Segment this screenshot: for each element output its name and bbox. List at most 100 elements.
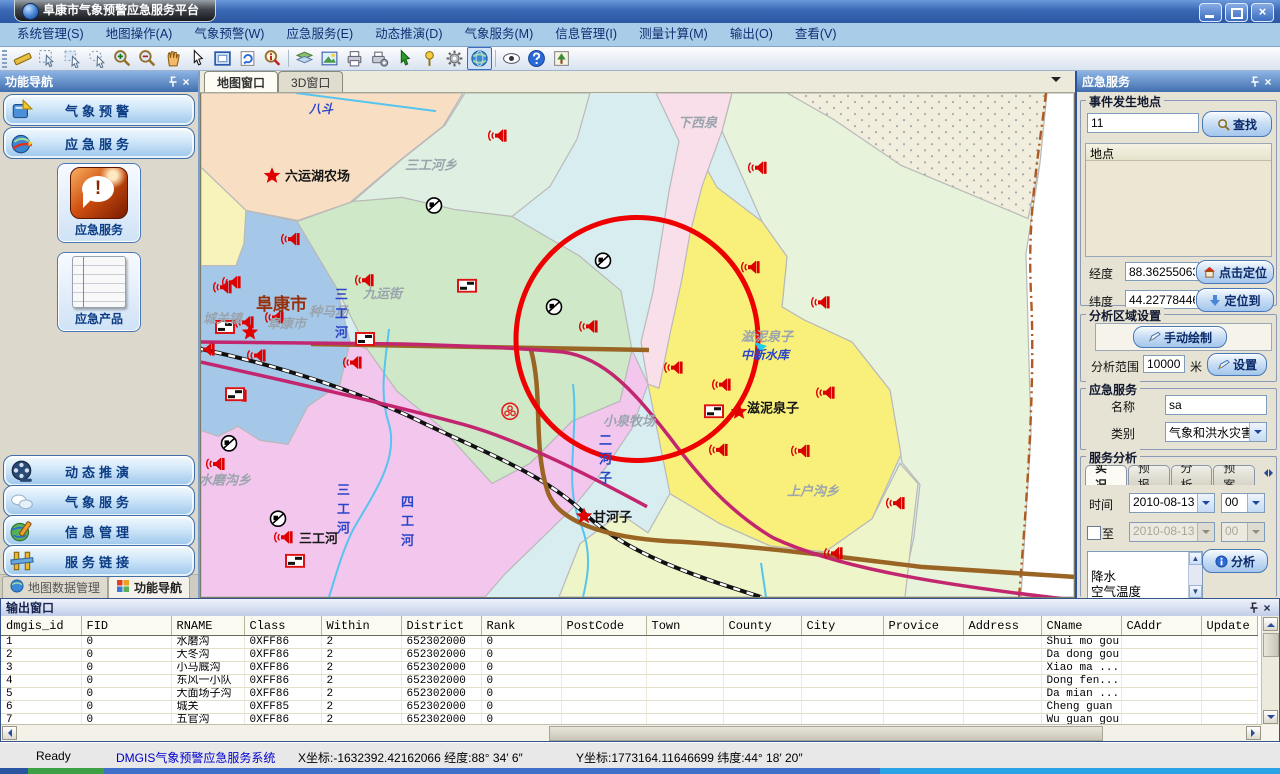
chevron-down-icon[interactable] bbox=[1247, 494, 1264, 512]
scroll-left-button[interactable] bbox=[2, 726, 17, 740]
layers-button[interactable] bbox=[292, 47, 317, 70]
zoom-in-button[interactable] bbox=[110, 47, 135, 70]
column-header[interactable]: CAddr bbox=[1121, 616, 1201, 636]
menu-item-9[interactable]: 查看(V) bbox=[784, 23, 848, 46]
sidebar-item-film-reel[interactable]: 动态推演 bbox=[3, 455, 195, 487]
column-header[interactable]: FID bbox=[81, 616, 171, 636]
column-header[interactable]: Address bbox=[963, 616, 1041, 636]
measure-button[interactable] bbox=[10, 47, 35, 70]
menu-item-2[interactable]: 气象预警(W) bbox=[183, 23, 275, 46]
pointer-button[interactable] bbox=[185, 47, 210, 70]
end-hour-select[interactable]: 00 bbox=[1221, 522, 1265, 542]
well-marker[interactable] bbox=[271, 511, 286, 526]
flag-marker[interactable] bbox=[705, 405, 723, 417]
menu-item-3[interactable]: 应急服务(E) bbox=[275, 23, 364, 46]
column-header[interactable]: Update bbox=[1201, 616, 1257, 636]
identify-button[interactable] bbox=[260, 47, 285, 70]
scroll-right-icon[interactable] bbox=[1269, 469, 1277, 477]
export-image-button[interactable] bbox=[317, 47, 342, 70]
find-button[interactable]: 查找 bbox=[1202, 111, 1272, 137]
bottom-tab-globe-small[interactable]: 地图数据管理 bbox=[2, 576, 108, 598]
menu-item-7[interactable]: 测量计算(M) bbox=[628, 23, 719, 46]
sidebar-item-emergency-globe[interactable]: 应急服务 bbox=[3, 127, 195, 159]
column-header[interactable]: Within bbox=[321, 616, 401, 636]
menu-item-0[interactable]: 系统管理(S) bbox=[6, 23, 95, 46]
well-marker[interactable] bbox=[596, 253, 611, 268]
click-locate-button[interactable]: 点击定位 bbox=[1196, 260, 1274, 284]
table-row[interactable]: 20大冬沟0XFF8626523020000Da dong gou bbox=[1, 649, 1257, 662]
menu-item-6[interactable]: 信息管理(I) bbox=[544, 23, 628, 46]
analysis-tab-分析[interactable]: 分析 bbox=[1171, 465, 1213, 485]
date-select[interactable]: 2010-08-13 bbox=[1129, 493, 1215, 513]
analysis-range-input[interactable] bbox=[1143, 355, 1185, 373]
service-type-select[interactable]: 气象和洪水灾害 bbox=[1165, 422, 1267, 442]
table-row[interactable]: 60城关0XFF8526523020000Cheng guan bbox=[1, 701, 1257, 714]
sidebar-item-globe-pencil[interactable]: 信息管理 bbox=[3, 515, 195, 547]
column-header[interactable]: Town bbox=[646, 616, 723, 636]
settings-button[interactable] bbox=[442, 47, 467, 70]
close-panel-icon[interactable]: × bbox=[179, 75, 193, 89]
scroll-up-icon[interactable]: ▲ bbox=[1189, 552, 1202, 565]
element-listbox[interactable]: 降水空气温度 ▲ ▼ bbox=[1087, 551, 1203, 598]
map-canvas[interactable]: 六运湖农场三工河乡下西泉八斗阜康市阜康市城关镇种马场九运街小泉牧场滋泥泉子滋泥泉… bbox=[200, 93, 1075, 598]
bottom-tab-grid[interactable]: 功能导航 bbox=[108, 576, 190, 598]
select-box-button[interactable] bbox=[60, 47, 85, 70]
set-range-button[interactable]: 设置 bbox=[1207, 353, 1267, 376]
pin-icon[interactable] bbox=[1249, 76, 1261, 88]
refresh-button[interactable] bbox=[235, 47, 260, 70]
table-row[interactable]: 10水磨沟0XFF8626523020000Shui mo gou bbox=[1, 636, 1257, 649]
pan-button[interactable] bbox=[160, 47, 185, 70]
emergency-service-big-button[interactable]: ! 应急服务 bbox=[57, 163, 141, 243]
table-row[interactable]: 30小马廐沟0XFF8626523020000Xiao ma ... bbox=[1, 662, 1257, 675]
manual-draw-button[interactable]: 手动绘制 bbox=[1133, 326, 1227, 348]
column-header[interactable]: Rank bbox=[481, 616, 561, 636]
menu-item-1[interactable]: 地图操作(A) bbox=[95, 23, 184, 46]
column-header[interactable]: City bbox=[801, 616, 883, 636]
to-date-checkbox[interactable] bbox=[1087, 526, 1101, 540]
element-list-item[interactable]: 空气温度 bbox=[1088, 581, 1202, 596]
chevron-down-icon[interactable] bbox=[1197, 494, 1214, 512]
analysis-tab-预案[interactable]: 预案 bbox=[1213, 465, 1255, 485]
scroll-left-icon[interactable] bbox=[1260, 469, 1268, 477]
longitude-input[interactable] bbox=[1125, 262, 1199, 281]
well-marker[interactable] bbox=[547, 299, 562, 314]
toolbar-grip[interactable] bbox=[2, 50, 7, 68]
sidebar-item-links[interactable]: 服务链接 bbox=[3, 545, 195, 577]
element-list-item[interactable]: 降水 bbox=[1088, 566, 1202, 581]
legend-button[interactable] bbox=[549, 47, 574, 70]
globe-button[interactable] bbox=[467, 47, 492, 70]
print-setup-button[interactable] bbox=[367, 47, 392, 70]
select-lasso-button[interactable] bbox=[85, 47, 110, 70]
well-marker[interactable] bbox=[427, 198, 442, 213]
service-name-input[interactable] bbox=[1165, 395, 1267, 415]
column-header[interactable]: District bbox=[401, 616, 481, 636]
restore-button[interactable] bbox=[1225, 3, 1248, 22]
menu-item-4[interactable]: 动态推演(D) bbox=[364, 23, 453, 46]
flag-marker[interactable] bbox=[226, 388, 244, 400]
tab-scroll-arrows[interactable] bbox=[1263, 469, 1274, 477]
table-row[interactable]: 40东风一小队0XFF8626523020000Dong fen... bbox=[1, 675, 1257, 688]
scroll-up-button[interactable] bbox=[1263, 617, 1278, 631]
sidebar-item-weather-warning[interactable]: 气象预警 bbox=[3, 94, 195, 126]
menu-item-5[interactable]: 气象服务(M) bbox=[454, 23, 545, 46]
column-header[interactable]: Provice bbox=[883, 616, 963, 636]
column-header[interactable]: RNAME bbox=[171, 616, 244, 636]
location-search-input[interactable] bbox=[1087, 113, 1199, 133]
analyze-button[interactable]: 分析 bbox=[1202, 549, 1268, 573]
table-row[interactable]: 50大面场子沟0XFF8626523020000Da mian ... bbox=[1, 688, 1257, 701]
column-header[interactable]: Class bbox=[244, 616, 321, 636]
analysis-tab-预报[interactable]: 预报 bbox=[1128, 465, 1170, 485]
column-header[interactable]: PostCode bbox=[561, 616, 646, 636]
pin-icon[interactable] bbox=[1248, 602, 1260, 614]
column-header[interactable]: dmgis_id bbox=[1, 616, 81, 636]
column-header[interactable]: County bbox=[723, 616, 801, 636]
close-button[interactable]: × bbox=[1251, 3, 1274, 22]
flag-marker[interactable] bbox=[356, 333, 374, 345]
flag-marker[interactable] bbox=[458, 280, 476, 292]
flag-marker[interactable] bbox=[286, 555, 304, 567]
close-panel-icon[interactable]: × bbox=[1261, 75, 1275, 89]
help-button[interactable] bbox=[524, 47, 549, 70]
full-extent-button[interactable] bbox=[210, 47, 235, 70]
map-tab-list-dropdown-icon[interactable] bbox=[1051, 77, 1061, 87]
select-button[interactable] bbox=[35, 47, 60, 70]
